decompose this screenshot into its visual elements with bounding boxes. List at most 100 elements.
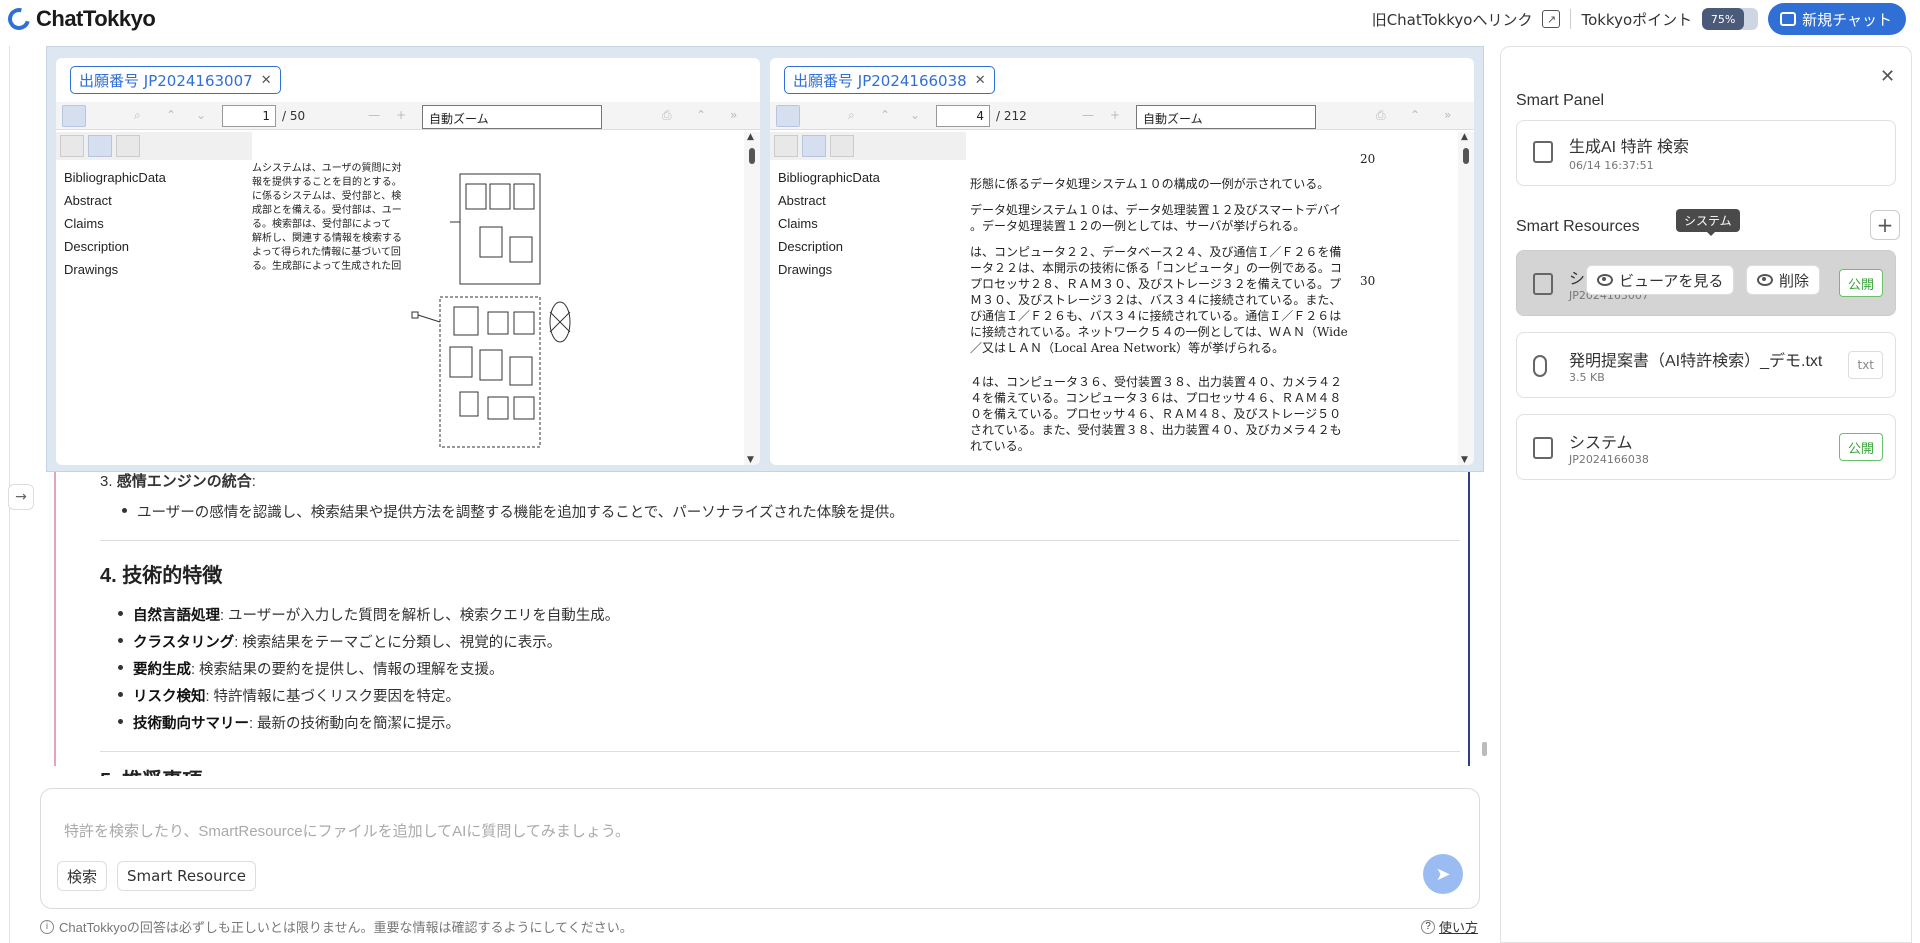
page-number-input[interactable]: 1 [222,105,276,127]
chat-plus-icon [1780,12,1797,26]
page-text: は、コンピュータ２２、データベース２４、及び通信Ｉ／Ｆ２６を備 ータ２２は、本開… [970,245,1348,355]
help-icon: ? [1421,919,1435,934]
sidebar-toggle-button[interactable] [62,105,86,127]
page-number-input[interactable]: 4 [936,105,990,127]
app-name: ChatTokkyo [36,6,156,31]
print-icon[interactable]: ⎙ [662,108,672,123]
smart-panel-title: Smart Panel [1516,92,1605,109]
logo-icon [3,3,35,35]
outline-item[interactable]: Abstract [778,189,880,212]
scroll-thumb[interactable] [1463,148,1469,164]
close-icon[interactable]: ✕ [975,73,986,88]
attachments-tab[interactable] [830,135,854,157]
external-link-icon[interactable]: ↗ [1542,10,1561,28]
app-logo[interactable]: ChatTokkyo [3,3,156,35]
close-icon[interactable]: ✕ [261,73,272,88]
chat-input-box[interactable] [40,788,1480,909]
outline-item[interactable]: Description [64,235,166,258]
pdf-scrollbar[interactable]: ▲ ▼ [1458,132,1474,465]
scroll-up-icon[interactable]: ▲ [1461,132,1468,142]
outline-item[interactable]: Description [778,235,880,258]
search-icon[interactable]: ⌕ [848,108,855,123]
outline-item[interactable]: BibliographicData [64,166,166,189]
more-tools-icon[interactable]: » [730,108,737,122]
scroll-up-icon[interactable]: ▲ [747,132,754,142]
outline-item[interactable]: Abstract [64,189,166,212]
chat-scrollbar[interactable] [1482,742,1487,756]
search-mode-chip[interactable]: 検索 [57,861,108,891]
bullet [122,508,127,513]
zoom-out-icon[interactable]: — [368,108,380,122]
patent-tag-label: 出願番号 JP2024163007 [79,71,253,90]
close-icon[interactable]: ✕ [1880,66,1895,87]
add-resource-button[interactable]: + [1870,210,1900,240]
chat-input[interactable]: 特許を検索したり、SmartResourceにファイルを追加してAIに質問してみ… [64,820,630,841]
outline-item[interactable]: Drawings [64,258,166,281]
resource-card[interactable]: システム JP2024166038 公開 [1516,414,1896,480]
pdf-toolbar: ⌕ ⌃ ⌄ 4 / 212 — + 自動ズーム ⎙ ⌃ » [770,102,1474,130]
old-site-link[interactable]: 旧ChatTokkyoへリンク [1372,9,1533,30]
thumbnail-view-tab[interactable] [774,135,798,157]
attachments-tab[interactable] [116,135,140,157]
smart-resources-title: Smart Resources [1516,218,1640,235]
zoom-in-icon[interactable]: + [396,108,406,122]
resource-card[interactable]: 発明提案書（AI特許検索）_デモ.txt 3.5 KB txt [1516,332,1896,398]
delete-button[interactable]: 削除 [1746,265,1821,295]
page-total: / 50 [282,109,306,123]
pdf-scrollbar[interactable]: ▲ ▼ [744,132,760,465]
zoom-out-icon[interactable]: — [1082,108,1094,122]
patent-tag-label: 出願番号 JP2024166038 [793,71,967,90]
send-icon: ➤ [1435,863,1451,885]
chevron-right-icon: → [15,489,27,505]
expand-sidebar-button[interactable]: → [8,484,34,510]
app-header: ChatTokkyo 旧ChatTokkyoへリンク ↗ Tokkyoポイント … [0,0,1920,38]
resource-sub: 3.5 KB [1569,371,1605,384]
outline-view-tab[interactable] [88,135,112,157]
bullet [118,665,123,670]
help-link[interactable]: ? 使い方 [1421,917,1478,936]
resource-title: システム [1569,435,1633,452]
search-icon[interactable]: ⌕ [134,108,141,123]
points-label: Tokkyoポイント [1581,10,1693,29]
patent-tag[interactable]: 出願番号 JP2024166038 ✕ [784,66,995,94]
zoom-in-icon[interactable]: + [1110,108,1120,122]
scroll-thumb[interactable] [749,148,755,164]
chat-message: 3. 感情エンジンの統合: ユーザーの感情を認識し、検索結果や提供方法を調整する… [100,470,1460,776]
outline-view-tab[interactable] [802,135,826,157]
section-heading-clip: 5. 推奨事項 [100,766,1460,776]
document-outline: BibliographicData Abstract Claims Descri… [778,166,880,281]
section-heading: 4. 技術的特徴 [100,565,223,587]
thumbnail-view-tab[interactable] [60,135,84,157]
outline-item[interactable]: Claims [64,212,166,235]
next-page-icon[interactable]: ⌄ [910,108,920,122]
lock-doc-icon [1533,437,1553,459]
send-button[interactable]: ➤ [1423,854,1463,894]
tools-icon[interactable]: ⌃ [1410,108,1420,122]
new-chat-button[interactable]: 新規チャット [1768,3,1906,35]
outline-item[interactable]: Claims [778,212,880,235]
next-page-icon[interactable]: ⌄ [196,108,206,122]
pdf-pane-right: 出願番号 JP2024166038 ✕ ⌕ ⌃ ⌄ 4 / 212 — + 自動… [770,58,1474,465]
prev-page-icon[interactable]: ⌃ [880,108,890,122]
panel-card[interactable]: 生成AI 特許 検索 06/14 16:37:51 [1516,120,1896,186]
patent-tag[interactable]: 出願番号 JP2024163007 ✕ [70,66,281,94]
line-number: 30 [1360,274,1376,288]
open-viewer-button[interactable]: ビューアを見る [1586,265,1735,295]
scroll-down-icon[interactable]: ▼ [1461,455,1468,465]
outline-item[interactable]: Drawings [778,258,880,281]
document-outline: BibliographicData Abstract Claims Descri… [64,166,166,281]
page-text: 形態に係るデータ処理システム１０の構成の一例が示されている。 [970,177,1330,191]
outline-item[interactable]: BibliographicData [778,166,880,189]
zoom-select[interactable]: 自動ズーム [1136,105,1316,129]
patent-drawing [411,173,571,448]
more-tools-icon[interactable]: » [1444,108,1451,122]
prev-page-icon[interactable]: ⌃ [166,108,176,122]
smart-resource-chip[interactable]: Smart Resource [117,861,256,891]
scroll-down-icon[interactable]: ▼ [747,455,754,465]
zoom-select[interactable]: 自動ズーム [422,105,602,129]
pdf-page: ムシステムは、ユーザの質問に対 報を提供することを目的とする。 に係るシステムは… [252,132,742,465]
tools-icon[interactable]: ⌃ [696,108,706,122]
print-icon[interactable]: ⎙ [1376,108,1386,123]
sidebar-toggle-button[interactable] [776,105,800,127]
page-text: ムシステムは、ユーザの質問に対 報を提供することを目的とする。 に係るシステムは… [252,163,402,272]
